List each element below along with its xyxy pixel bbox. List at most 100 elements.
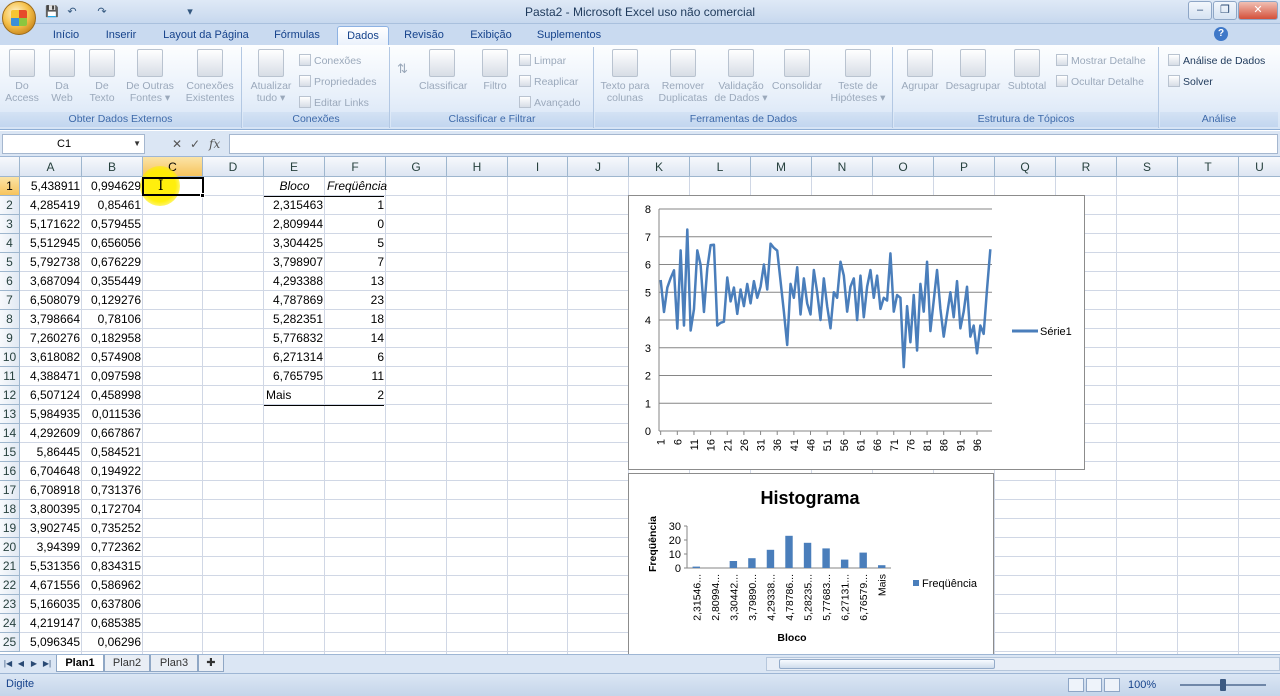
column-header-i[interactable]: I: [508, 157, 568, 177]
from-access-button[interactable]: Do Access: [4, 49, 40, 104]
cell[interactable]: 6,507124: [20, 386, 82, 405]
column-header-s[interactable]: S: [1117, 157, 1178, 177]
column-header-l[interactable]: L: [690, 157, 751, 177]
line-chart[interactable]: 0 1 2 3 4 5 6 7 8 1 6 11 16 21 26 31 36 41 46 51 56 61 66 71 76 8…: [628, 195, 1085, 470]
cell[interactable]: 5,776832: [264, 329, 325, 348]
bar[interactable]: [803, 542, 812, 568]
save-icon[interactable]: 💾: [44, 4, 60, 20]
cell[interactable]: 6,765795: [264, 367, 325, 386]
zoom-level[interactable]: 100%: [1128, 679, 1156, 691]
bar[interactable]: [840, 559, 849, 568]
close-button[interactable]: ✕: [1238, 1, 1278, 20]
bar[interactable]: [692, 566, 700, 568]
refresh-all-button[interactable]: Atualizar tudo ▾: [247, 49, 295, 104]
column-header-a[interactable]: A: [20, 157, 82, 177]
column-header-m[interactable]: M: [751, 157, 812, 177]
cell[interactable]: 4,293388: [264, 272, 325, 291]
cell[interactable]: 0,172704: [82, 500, 143, 519]
consolidate-button[interactable]: Consolidar: [769, 49, 825, 92]
from-other-sources-button[interactable]: De Outras Fontes ▾: [122, 49, 178, 104]
customize-qat-icon[interactable]: ▾: [182, 4, 198, 20]
cell[interactable]: 5,512945: [20, 234, 82, 253]
help-icon[interactable]: ?: [1214, 27, 1228, 41]
column-header-r[interactable]: R: [1056, 157, 1117, 177]
column-header-b[interactable]: B: [82, 157, 143, 177]
column-header-q[interactable]: Q: [995, 157, 1056, 177]
cell[interactable]: 0,458998: [82, 386, 143, 405]
properties-button[interactable]: Propriedades: [299, 74, 376, 90]
column-header-p[interactable]: P: [934, 157, 995, 177]
cell[interactable]: 0,574908: [82, 348, 143, 367]
cell[interactable]: 0: [325, 215, 386, 234]
cell[interactable]: 5,171622: [20, 215, 82, 234]
tab-inserir[interactable]: Inserir: [96, 26, 146, 45]
tab-exibicao[interactable]: Exibição: [463, 26, 519, 45]
cell[interactable]: 3,800395: [20, 500, 82, 519]
cell[interactable]: 4,671556: [20, 576, 82, 595]
cell[interactable]: 0,579455: [82, 215, 143, 234]
cell[interactable]: Bloco: [264, 177, 325, 196]
histogram-chart[interactable]: Histograma 0 10 20 30 2,31546... 2,80994... 3,3…: [628, 473, 994, 654]
insert-function-icon[interactable]: fx: [209, 135, 220, 153]
row-header[interactable]: 25: [0, 633, 20, 652]
cell[interactable]: 18: [325, 310, 386, 329]
cell[interactable]: 3,902745: [20, 519, 82, 538]
cell[interactable]: 3,304425: [264, 234, 325, 253]
column-header-d[interactable]: D: [203, 157, 264, 177]
fill-handle[interactable]: [200, 193, 205, 198]
cell[interactable]: 7,260276: [20, 329, 82, 348]
cell[interactable]: 5,984935: [20, 405, 82, 424]
reapply-button[interactable]: Reaplicar: [519, 74, 578, 90]
cancel-icon[interactable]: ✕: [172, 135, 182, 153]
bar[interactable]: [766, 549, 775, 568]
page-break-view-icon[interactable]: [1104, 678, 1120, 692]
filter-button[interactable]: Filtro: [477, 49, 513, 92]
ungroup-button[interactable]: Desagrupar: [944, 49, 1002, 92]
sheet-tab-plan1[interactable]: Plan1: [56, 655, 104, 672]
cell[interactable]: 5,438911: [20, 177, 82, 196]
from-text-button[interactable]: De Texto: [84, 49, 120, 104]
cell[interactable]: 0,731376: [82, 481, 143, 500]
connections-button[interactable]: Conexões: [299, 53, 361, 69]
row-header[interactable]: 10: [0, 348, 20, 367]
cell[interactable]: 0,656056: [82, 234, 143, 253]
cell[interactable]: 3,798907: [264, 253, 325, 272]
column-header-k[interactable]: K: [629, 157, 690, 177]
cell[interactable]: 0,676229: [82, 253, 143, 272]
formula-input[interactable]: [229, 134, 1278, 154]
cell[interactable]: 0,097598: [82, 367, 143, 386]
cell[interactable]: 6,271314: [264, 348, 325, 367]
column-header-o[interactable]: O: [873, 157, 934, 177]
cell[interactable]: 1: [325, 196, 386, 215]
cell[interactable]: 0,584521: [82, 443, 143, 462]
row-header[interactable]: 23: [0, 595, 20, 614]
remove-duplicates-button[interactable]: Remover Duplicatas: [655, 49, 711, 104]
cell[interactable]: 14: [325, 329, 386, 348]
cell[interactable]: 3,798664: [20, 310, 82, 329]
bar[interactable]: [785, 535, 793, 568]
cell[interactable]: 0,194922: [82, 462, 143, 481]
next-sheet-icon[interactable]: ▶: [28, 657, 40, 671]
row-header[interactable]: 5: [0, 253, 20, 272]
normal-view-icon[interactable]: [1068, 678, 1084, 692]
horizontal-scrollbar[interactable]: [766, 657, 1280, 671]
active-cell[interactable]: [142, 177, 204, 196]
bar[interactable]: [748, 558, 756, 568]
cell[interactable]: 0,685385: [82, 614, 143, 633]
row-header[interactable]: 6: [0, 272, 20, 291]
from-web-button[interactable]: Da Web: [44, 49, 80, 104]
zoom-slider-thumb[interactable]: [1220, 679, 1226, 691]
cell[interactable]: 0,182958: [82, 329, 143, 348]
bar[interactable]: [859, 552, 867, 568]
row-header[interactable]: 22: [0, 576, 20, 595]
data-analysis-button[interactable]: Análise de Dados: [1168, 53, 1265, 69]
cell[interactable]: 6,508079: [20, 291, 82, 310]
row-header[interactable]: 7: [0, 291, 20, 310]
tab-inicio[interactable]: Início: [44, 26, 88, 45]
cell[interactable]: 5: [325, 234, 386, 253]
sort-az-icon[interactable]: ⇅: [397, 61, 408, 77]
undo-icon[interactable]: ↶: [64, 4, 80, 20]
prev-sheet-icon[interactable]: ◀: [15, 657, 27, 671]
cell[interactable]: 5,531356: [20, 557, 82, 576]
minimize-button[interactable]: –: [1188, 1, 1212, 20]
